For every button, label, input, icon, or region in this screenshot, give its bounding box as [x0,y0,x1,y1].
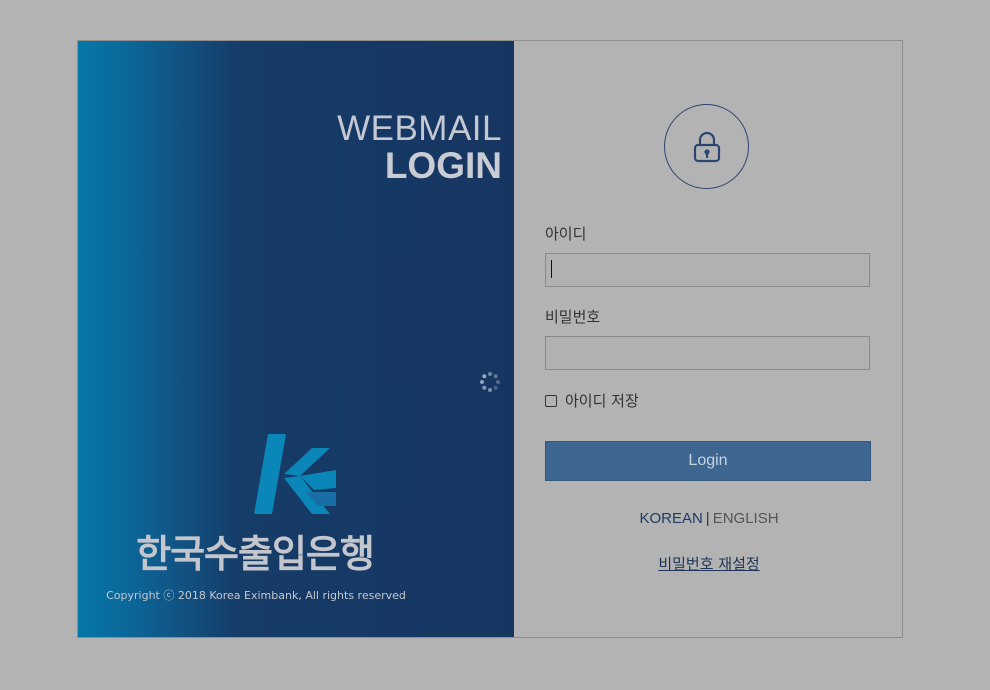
login-form-panel: 아이디 비밀번호 아이디 저장 Login KOREAN | ENGLISH 비밀번… [514,41,904,637]
lock-badge [664,104,749,189]
webmail-title: WEBMAIL [337,109,502,148]
id-label: 아이디 [545,225,587,243]
english-language-link[interactable]: ENGLISH [713,510,779,527]
brand-panel: WEBMAIL LOGIN 한국수출입은행 Copyright ⓒ 2018 K… [78,41,514,637]
remember-id-label[interactable]: 아이디 저장 [565,390,639,411]
text-caret [551,260,552,278]
reset-password-row: 비밀번호 재설정 [514,553,904,574]
korean-language-link[interactable]: KOREAN [639,510,702,527]
language-switcher: KOREAN | ENGLISH [514,510,904,527]
language-separator: | [705,510,710,527]
id-input[interactable] [545,253,870,287]
password-input[interactable] [545,336,870,370]
remember-id-checkbox[interactable] [545,394,557,407]
loading-spinner-icon [480,372,500,392]
remember-id-option[interactable]: 아이디 저장 [545,390,639,411]
copyright-text: Copyright ⓒ 2018 Korea Eximbank, All rig… [106,589,406,602]
login-title: LOGIN [384,145,502,186]
bank-name: 한국수출입은행 [136,532,375,576]
lock-icon [693,131,720,162]
password-label: 비밀번호 [545,308,601,326]
reset-password-link[interactable]: 비밀번호 재설정 [658,555,759,573]
eximbank-logo [254,434,336,514]
login-button[interactable]: Login [545,441,871,481]
login-dialog: WEBMAIL LOGIN 한국수출입은행 Copyright ⓒ 2018 K… [77,40,903,638]
